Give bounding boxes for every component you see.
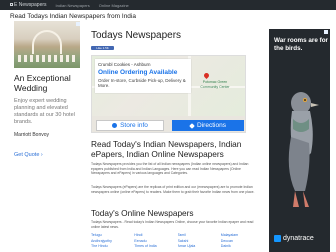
- store-info-button[interactable]: Store info: [96, 120, 164, 131]
- chevron-right-icon: ›: [40, 152, 43, 158]
- ad-info-icon[interactable]: [324, 30, 328, 34]
- about-paragraph: Todays Newspapers (ePapers) are the repl…: [91, 185, 255, 194]
- newspaper-link[interactable]: Telugu: [91, 233, 131, 238]
- map-ad-card: Crumbl Cookies - Ashburn Online Ordering…: [95, 59, 191, 93]
- newspaper-link[interactable]: Hindi: [134, 233, 174, 238]
- page-heading: Read Todays Indian Newspapers from India: [10, 13, 136, 20]
- intro-paragraph: Todays Newspapers provides you the list …: [91, 162, 249, 176]
- left-wedding-ad[interactable]: An Exceptional Wedding Enjoy expert wedd…: [14, 21, 80, 241]
- section-note: Todays Newspapers - Read today's Indian …: [91, 220, 254, 229]
- ad-brand-name: Marriott Bonvoy: [14, 132, 50, 138]
- site-brand-link[interactable]: E Newspapers: [10, 2, 47, 8]
- newspaper-link[interactable]: Malayalam: [221, 233, 261, 238]
- newspaper-link[interactable]: Dainik: [221, 244, 261, 249]
- sub-heading: Read Today's Indian Newspapers, Indian e…: [91, 139, 242, 159]
- directions-label: Directions: [197, 122, 226, 129]
- newspaper-icon: [10, 3, 13, 7]
- map-place-label: Potomac Green Community Center: [200, 80, 230, 89]
- top-navbar: E Newspapers Indian Newspapers Online Ma…: [0, 0, 336, 10]
- newspaper-link[interactable]: Sakshi: [178, 239, 218, 244]
- nav-link-indian-newspapers[interactable]: Indian Newspapers: [56, 3, 90, 8]
- ad-info-icon[interactable]: [76, 22, 80, 26]
- info-icon: [112, 123, 118, 128]
- section-title: Today's Online Newspapers: [91, 208, 194, 218]
- directions-button[interactable]: Directions: [172, 120, 244, 131]
- newspaper-link[interactable]: Andhrajyothy: [91, 239, 131, 244]
- dynatrace-logo: dynatrace: [274, 235, 314, 242]
- pigeon-illustration: [288, 92, 319, 207]
- newspaper-link[interactable]: The Hindu: [91, 244, 131, 249]
- page-title: Todays Newspapers: [91, 30, 182, 41]
- business-name: Crumbl Cookies - Ashburn: [98, 62, 151, 67]
- map-ad-subtext: Order In-store, Curbside Pick-up, Delive…: [98, 78, 186, 88]
- dynatrace-logo-icon: [274, 235, 281, 242]
- ad-headline: An Exceptional Wedding: [14, 73, 71, 93]
- facebook-like-button[interactable]: Like 1.5K: [91, 46, 114, 50]
- right-dynatrace-ad[interactable]: War rooms are for the birds. dynatrace: [269, 29, 330, 252]
- ad-body-text: Enjoy expert wedding planning and elevat…: [14, 98, 75, 125]
- get-quote-link[interactable]: Get Quote ›: [14, 152, 43, 158]
- newspaper-link[interactable]: Deccan: [221, 239, 261, 244]
- wedding-arch-shape: [32, 30, 62, 54]
- newspaper-link[interactable]: Times of India: [134, 244, 174, 249]
- newspaper-link[interactable]: Tamil: [178, 233, 218, 238]
- dynatrace-brand-text: dynatrace: [283, 235, 314, 242]
- newspaper-link-grid: Telugu Hindi Tamil Malayalam Andhrajyoth…: [91, 233, 261, 249]
- directions-icon: [189, 122, 195, 129]
- get-quote-label: Get Quote: [14, 152, 40, 158]
- store-info-label: Store info: [120, 122, 148, 129]
- map-ad-headline: Online Ordering Available: [98, 69, 178, 76]
- wedding-venue-photo: [14, 21, 80, 68]
- wedding-chairs-shape: [18, 55, 76, 62]
- newspaper-link[interactable]: Amar Ujala: [178, 244, 218, 249]
- newspaper-link[interactable]: Eenadu: [134, 239, 174, 244]
- map-ad[interactable]: Crumbl Cookies - Ashburn Online Ordering…: [91, 55, 246, 133]
- nav-link-online-magazine[interactable]: Online Magazine: [99, 3, 129, 8]
- site-brand-label: E Newspapers: [14, 2, 47, 8]
- right-ad-slogan: War rooms are for the birds.: [274, 37, 329, 52]
